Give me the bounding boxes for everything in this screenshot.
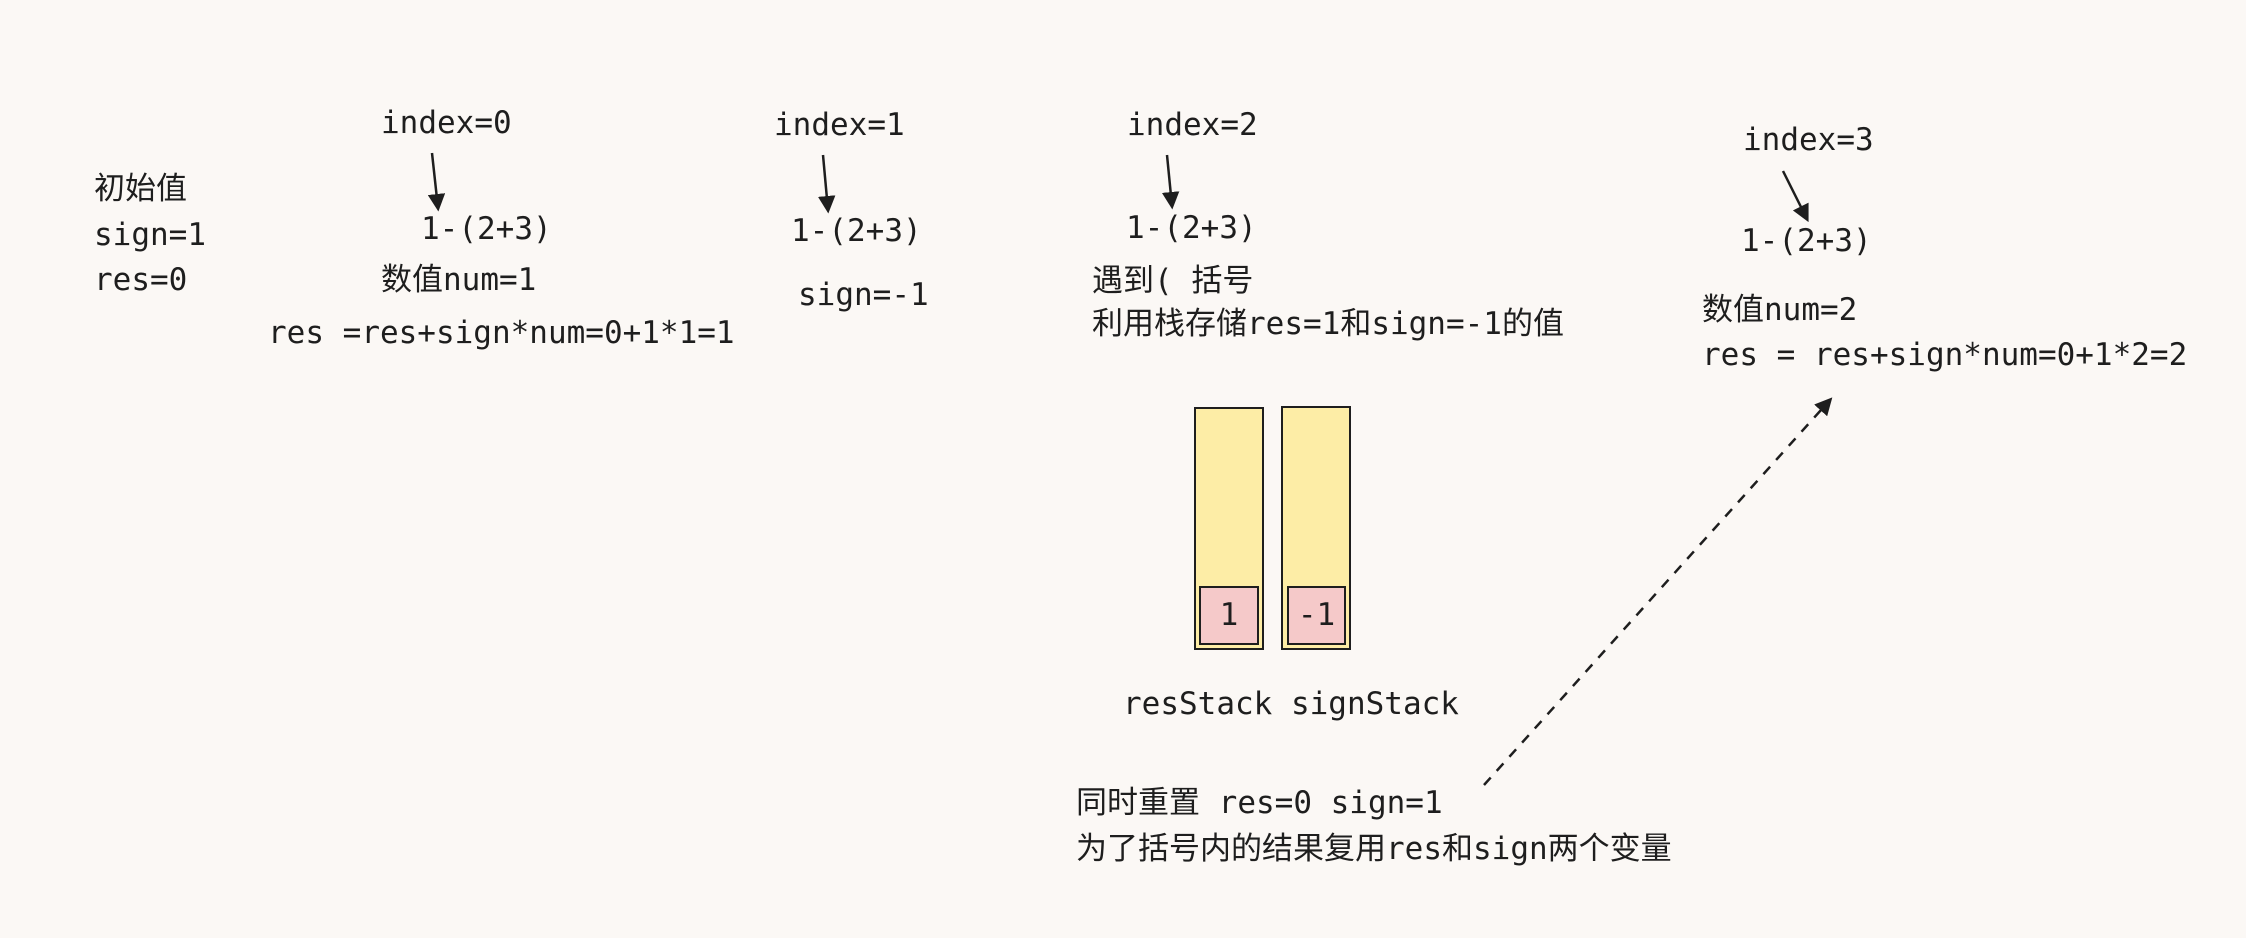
step2-note-parenthesis: 遇到( 括号 bbox=[1092, 263, 1254, 299]
step3-num: 数值num=2 bbox=[1702, 292, 1858, 328]
step1-expression: 1-(2+3) bbox=[791, 213, 922, 249]
step2-expression: 1-(2+3) bbox=[1126, 210, 1257, 246]
sign-stack-cell: -1 bbox=[1287, 586, 1346, 645]
step2-note-stack: 利用栈存储res=1和sign=-1的值 bbox=[1092, 306, 1564, 342]
arrow-index-1 bbox=[818, 154, 836, 214]
reset-line-1: 同时重置 res=0 sign=1 bbox=[1076, 785, 1443, 821]
step3-calc: res = res+sign*num=0+1*2=2 bbox=[1702, 337, 2188, 373]
arrow-index-2 bbox=[1161, 154, 1180, 210]
init-title: 初始值 bbox=[94, 171, 187, 207]
reset-line-2: 为了括号内的结果复用res和sign两个变量 bbox=[1076, 831, 1672, 867]
init-sign: sign=1 bbox=[94, 217, 206, 253]
res-stack: 1 bbox=[1194, 407, 1264, 650]
step1-sign: sign=-1 bbox=[798, 277, 929, 313]
arrow-index-3 bbox=[1781, 170, 1809, 223]
step3-index: index=3 bbox=[1743, 122, 1874, 158]
step1-index: index=1 bbox=[774, 107, 905, 143]
arrow-index-0 bbox=[427, 152, 446, 212]
stack-labels: resStack signStack bbox=[1123, 686, 1459, 722]
step0-num: 数值num=1 bbox=[381, 262, 537, 298]
step0-index: index=0 bbox=[381, 105, 512, 141]
step0-calc: res =res+sign*num=0+1*1=1 bbox=[268, 315, 735, 351]
step3-expression: 1-(2+3) bbox=[1741, 223, 1872, 259]
res-stack-cell: 1 bbox=[1199, 586, 1259, 645]
step0-expression: 1-(2+3) bbox=[421, 211, 552, 247]
step2-index: index=2 bbox=[1127, 107, 1258, 143]
arrow-reset-to-step3 bbox=[1483, 397, 1833, 786]
sign-stack: -1 bbox=[1281, 406, 1351, 650]
init-res: res=0 bbox=[94, 262, 188, 298]
